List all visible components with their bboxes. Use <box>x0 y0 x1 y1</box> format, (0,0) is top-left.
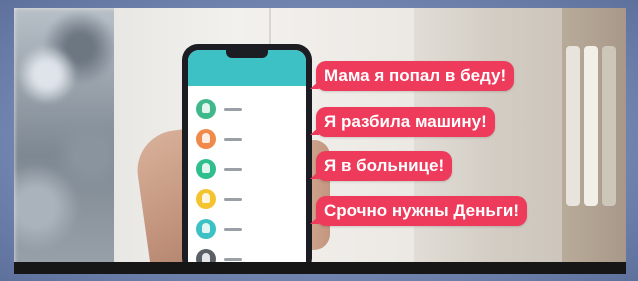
list-caption <box>188 86 306 94</box>
app-header <box>188 50 306 86</box>
contact-list <box>188 94 306 274</box>
contact-row[interactable] <box>188 184 306 214</box>
contact-name <box>224 167 242 171</box>
hanging-clothes <box>566 46 580 206</box>
message-bubble-3: Я в больнице! <box>309 151 453 181</box>
bottom-bar <box>14 262 626 274</box>
hanging-clothes <box>602 46 616 206</box>
contact-row[interactable] <box>188 124 306 154</box>
contact-row[interactable] <box>188 214 306 244</box>
smartphone <box>182 44 312 274</box>
blurred-background-left <box>14 8 124 274</box>
contact-avatar <box>196 99 216 119</box>
photo: Мама я попал в беду! Я разбила машину! Я… <box>14 8 626 274</box>
contact-name <box>224 257 242 261</box>
contact-avatar <box>196 219 216 239</box>
contact-name <box>224 197 242 201</box>
contact-avatar <box>196 129 216 149</box>
contact-row[interactable] <box>188 94 306 124</box>
hanging-clothes <box>584 46 598 206</box>
message-bubble-1: Мама я попал в беду! <box>309 61 515 91</box>
message-bubble-2: Я разбила машину! <box>310 107 495 137</box>
contact-avatar <box>196 189 216 209</box>
message-bubble-4: Срочно нужны Деньги! <box>309 196 528 226</box>
contact-row[interactable] <box>188 154 306 184</box>
contact-avatar <box>196 159 216 179</box>
phone-screen <box>188 50 306 274</box>
wardrobe <box>562 8 626 274</box>
phone-notch <box>226 50 268 58</box>
contact-name <box>224 227 242 231</box>
contact-name <box>224 107 242 111</box>
contact-name <box>224 137 242 141</box>
